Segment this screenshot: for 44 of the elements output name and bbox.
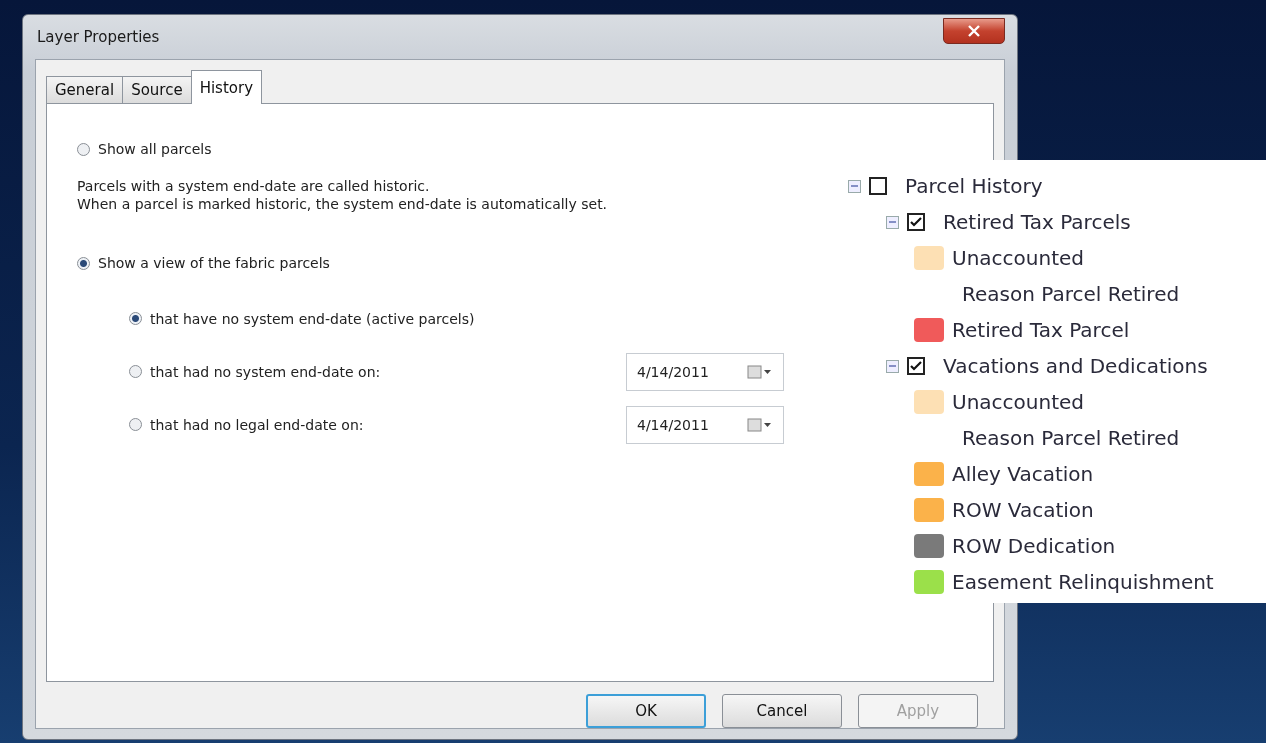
radio-button[interactable] [129,312,142,325]
collapse-icon[interactable] [848,179,861,193]
note-text: Parcels with a system end-date are called historic. [77,178,430,194]
class-label: Unaccounted [952,246,1084,270]
layer-checkbox[interactable] [869,177,887,195]
close-button[interactable] [943,18,1005,44]
radio-button[interactable] [77,256,90,270]
date-field[interactable]: 4/14/2011 [626,352,784,391]
close-icon [968,25,980,37]
class-label: Alley Vacation [952,462,1094,486]
tab[interactable]: History [190,70,263,104]
window-title: Layer Properties [37,28,160,46]
collapse-icon[interactable] [886,359,899,373]
date-field[interactable]: 4/14/2011 [626,405,784,444]
calendar-dropdown-icon[interactable] [747,417,773,432]
note-text: When a parcel is marked historic, the system end-date is automatically set. [77,196,608,212]
radio-button[interactable] [129,418,142,431]
class-label: ROW Dedication [952,534,1116,558]
layer-name: Parcel History [905,174,1043,198]
field-heading: Reason Parcel Retired [962,426,1180,450]
date-value: 4/14/2011 [637,363,709,380]
radio-label: that had no legal end-date on: [150,416,364,433]
radio-label: Show a view of the fabric parcels [98,255,330,271]
collapse-icon[interactable] [886,215,899,229]
calendar-dropdown-icon[interactable] [747,364,773,379]
tab[interactable]: General [46,76,124,104]
class-label: ROW Vacation [952,498,1094,522]
class-label: Retired Tax Parcel [952,318,1130,342]
radio-label: that had no system end-date on: [150,363,381,380]
layer-name: Retired Tax Parcels [943,210,1131,234]
date-value: 4/14/2011 [637,416,709,433]
layer-name: Vacations and Dedications [943,354,1208,378]
dialog-button[interactable]: Cancel [722,694,842,728]
radio-label: Show all parcels [98,141,212,157]
class-label: Unaccounted [952,390,1084,414]
radio-button[interactable] [129,365,142,378]
dialog-button[interactable]: OK [586,694,706,728]
radio-button[interactable] [77,142,90,156]
radio-label: that have no system end-date (active parcels) [150,310,475,327]
field-heading: Reason Parcel Retired [962,282,1180,306]
tab[interactable]: Source [122,76,192,104]
class-label: Easement Relinquishment [952,570,1214,594]
layer-checkbox[interactable] [907,213,925,231]
layer-checkbox[interactable] [907,357,925,375]
